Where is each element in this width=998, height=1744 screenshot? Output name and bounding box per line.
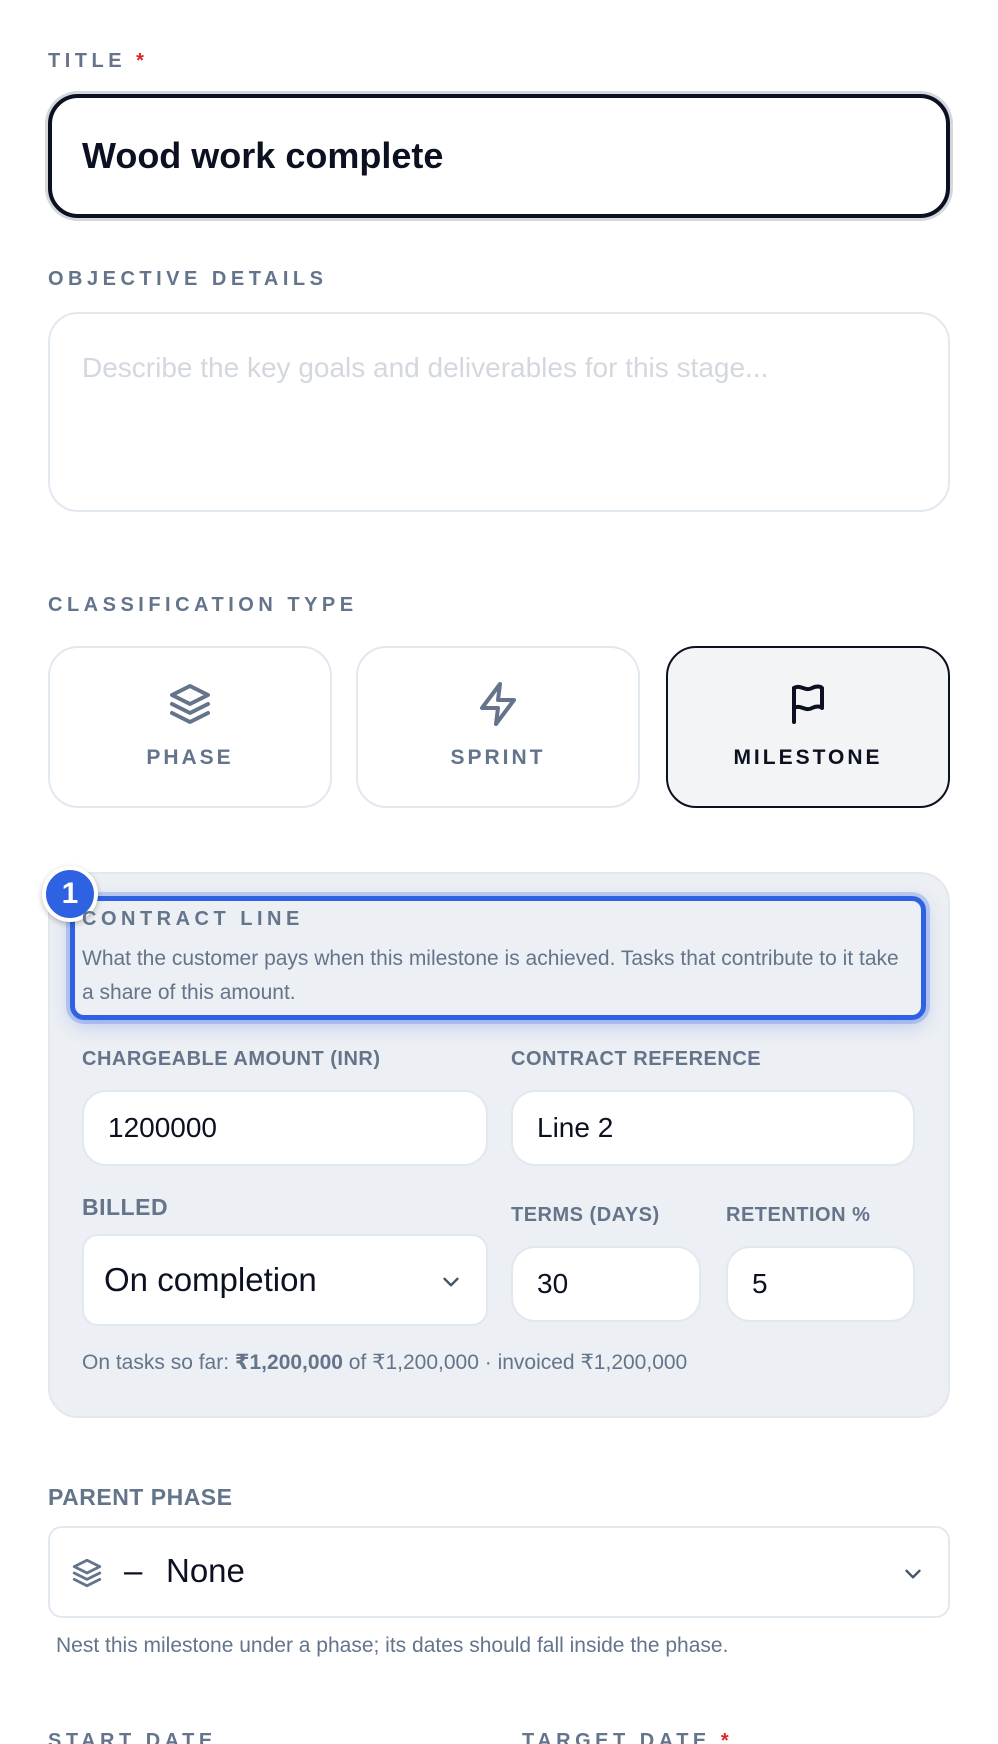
classification-label: CLASSIFICATION TYPE — [48, 594, 358, 616]
layers-icon — [170, 684, 210, 724]
parent-phase-label: PARENT PHASE — [48, 1484, 233, 1510]
flag-icon — [792, 684, 824, 724]
parent-phase-hint: Nest this milestone under a phase; its d… — [56, 1634, 729, 1657]
amount-input[interactable]: 1200000 — [82, 1090, 488, 1166]
parent-phase-dash: – — [124, 1552, 143, 1589]
type-milestone-label: MILESTONE — [733, 746, 883, 769]
terms-input[interactable]: 30 — [511, 1246, 701, 1322]
parent-phase-select[interactable]: – None — [48, 1526, 950, 1618]
required-mark: * — [136, 50, 149, 72]
target-date-label-text: TARGET DATE — [522, 1730, 711, 1744]
objective-label: OBJECTIVE DETAILS — [48, 268, 328, 290]
title-input[interactable]: Wood work complete — [48, 94, 950, 218]
summary-prefix: On tasks so far: — [82, 1351, 235, 1374]
required-mark: * — [720, 1730, 734, 1744]
type-sprint-label: SPRINT — [450, 746, 546, 769]
contract-line-description: What the customer pays when this milesto… — [82, 947, 899, 1004]
billed-select[interactable]: On completion — [82, 1234, 488, 1326]
lightning-icon — [480, 682, 516, 726]
chevron-down-icon — [443, 1277, 459, 1287]
chevron-down-icon — [905, 1569, 921, 1579]
type-sprint-button[interactable]: SPRINT — [356, 646, 640, 808]
summary-suffix: of ₹1,200,000 · invoiced ₹1,200,000 — [342, 1351, 688, 1374]
reference-input[interactable]: Line 2 — [511, 1090, 915, 1166]
parent-phase-value: None — [166, 1552, 245, 1589]
start-date-label: START DATE — [48, 1730, 217, 1744]
reference-label: CONTRACT REFERENCE — [511, 1048, 762, 1070]
type-phase-label: PHASE — [146, 746, 234, 769]
amount-label: CHARGEABLE AMOUNT (INR) — [82, 1048, 381, 1070]
billed-select-value: On completion — [104, 1261, 317, 1298]
title-label-text: TITLE — [48, 50, 127, 72]
type-milestone-button[interactable]: MILESTONE — [666, 646, 950, 808]
title-label: TITLE * — [48, 50, 148, 73]
type-phase-button[interactable]: PHASE — [48, 646, 332, 808]
retention-input[interactable]: 5 — [726, 1246, 915, 1322]
billed-label: BILLED — [82, 1194, 169, 1220]
target-date-label: TARGET DATE * — [522, 1730, 733, 1744]
terms-label: TERMS (DAYS) — [511, 1204, 660, 1226]
summary-amount: ₹1,200,000 — [234, 1351, 343, 1374]
objective-textarea[interactable]: Describe the key goals and deliverables … — [48, 312, 950, 512]
layers-icon — [72, 1558, 102, 1588]
retention-label: RETENTION % — [726, 1204, 871, 1226]
contract-line-title: CONTRACT LINE — [82, 908, 304, 930]
contract-summary: On tasks so far: ₹1,200,000 of ₹1,200,00… — [82, 1350, 687, 1375]
